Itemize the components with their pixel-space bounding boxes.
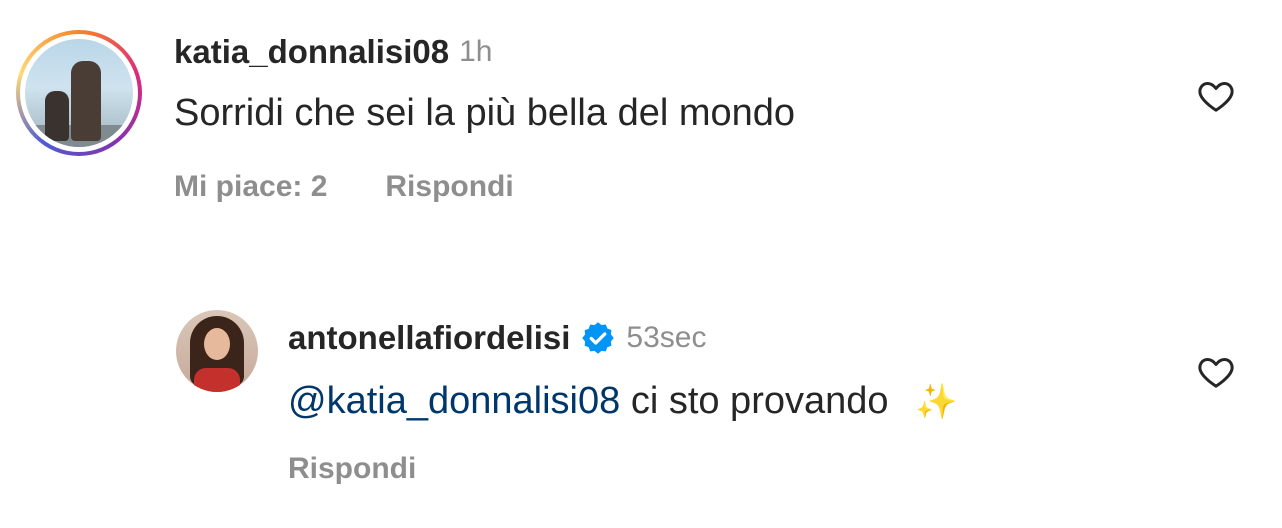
comment-body: ci sto provando	[630, 380, 889, 422]
comment-header: antonellafiordelisi 53sec	[288, 316, 706, 360]
comment-username[interactable]: antonellafiordelisi	[288, 319, 570, 357]
sparkles-emoji: ✨	[915, 383, 958, 421]
comment-text: Sorridi che sei la più bella del mondo	[174, 92, 796, 134]
comment-actions: Mi piace: 2 Rispondi	[174, 170, 514, 204]
comment-actions: Rispondi	[288, 452, 416, 486]
mention-link[interactable]: @katia_donnalisi08	[288, 380, 620, 422]
comments-thread: katia_donnalisi08 1h Sorridi che sei la …	[0, 0, 1282, 528]
likes-count-button[interactable]: Mi piace: 2	[174, 170, 327, 204]
comment-timestamp[interactable]: 1h	[459, 35, 492, 69]
avatar[interactable]	[16, 30, 142, 156]
heart-icon[interactable]	[1196, 76, 1236, 116]
avatar[interactable]	[176, 310, 258, 392]
comment-timestamp[interactable]: 53sec	[626, 321, 706, 355]
heart-icon[interactable]	[1196, 352, 1236, 392]
comment-text: @katia_donnalisi08 ci sto provando ✨	[288, 380, 957, 423]
reply-button[interactable]: Rispondi	[385, 170, 513, 204]
reply-button[interactable]: Rispondi	[288, 452, 416, 486]
verified-badge-icon	[582, 322, 615, 354]
comment-header: katia_donnalisi08 1h	[174, 30, 493, 74]
comment-username[interactable]: katia_donnalisi08	[174, 33, 449, 71]
avatar-image	[25, 39, 133, 147]
comment-item: katia_donnalisi08 1h Sorridi che sei la …	[0, 24, 1282, 224]
reply-comment-item: antonellafiordelisi 53sec @katia_donnali…	[0, 300, 1282, 500]
